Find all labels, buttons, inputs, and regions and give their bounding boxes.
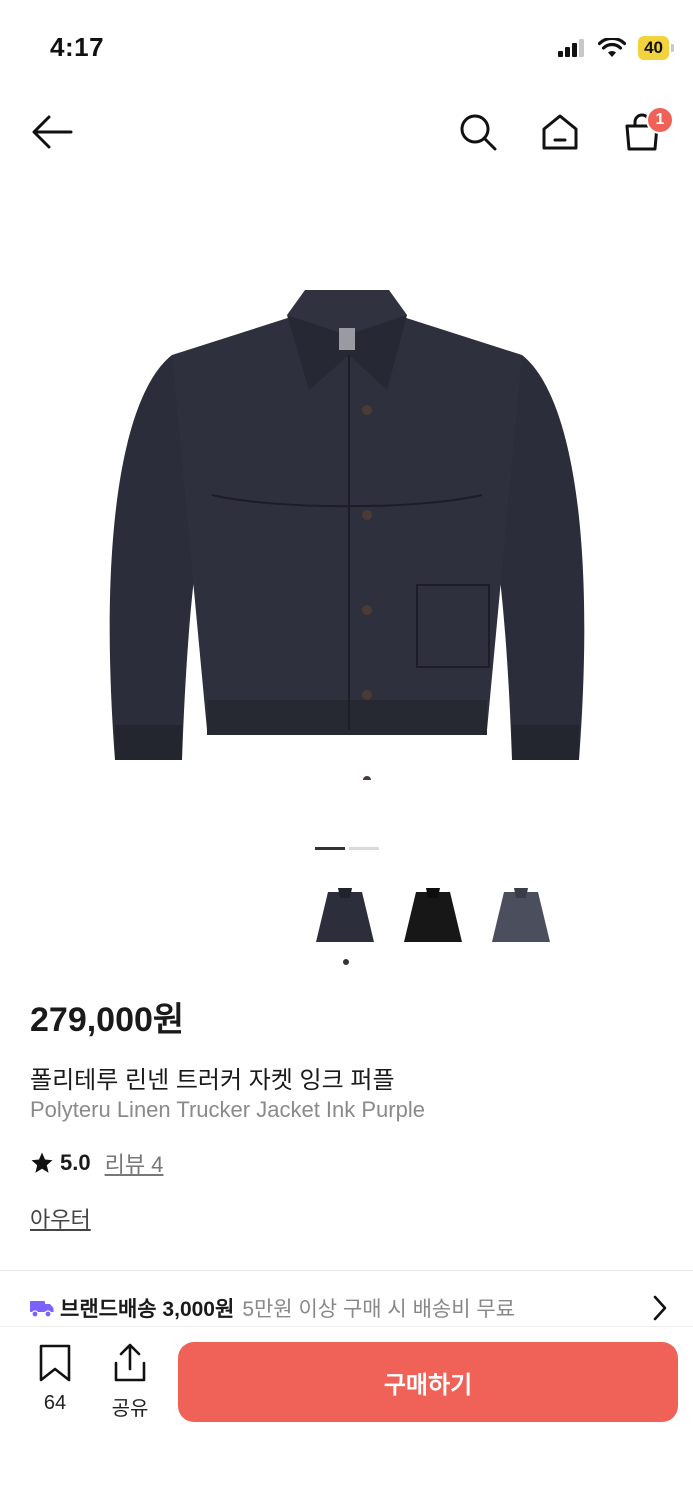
color-options [310,880,556,950]
wifi-icon [598,38,627,57]
review-count-link[interactable]: 리뷰 4 [105,1147,164,1179]
share-icon [114,1343,146,1382]
star-icon [31,1152,53,1173]
section-divider [0,1270,693,1271]
color-option-ink-purple[interactable] [310,880,380,950]
bottom-action-bar: 64 공유 구매하기 [0,1326,693,1500]
color-option-gray[interactable] [486,880,556,950]
rating-score: 5.0 [60,1150,91,1175]
back-arrow-icon[interactable] [30,110,74,154]
shipping-note: 5만원 이상 구매 시 배송비 무료 [242,1298,516,1321]
save-count: 64 [43,1392,67,1414]
share-button[interactable]: 공유 [104,1343,156,1421]
top-navigation [0,100,693,164]
product-price: 279,000원 [30,1001,185,1039]
share-label: 공유 [111,1398,149,1420]
status-bar: 4:17 40 [0,0,693,90]
jacket-image [109,290,584,780]
category-link[interactable]: 아우터 [30,1202,91,1234]
search-icon[interactable] [456,110,500,154]
product-title-english: Polyteru Linen Trucker Jacket Ink Purple [30,1097,425,1122]
pager-indicator [349,847,379,850]
bookmark-icon [39,1344,71,1382]
selected-color-dot [343,959,349,965]
pager-indicator-active [315,847,345,850]
signal-icon [558,39,585,57]
home-icon[interactable] [538,110,582,154]
status-icons: 40 [558,36,674,60]
shipping-label: 브랜드배송 3,000원 [60,1298,235,1321]
buy-button[interactable]: 구매하기 [178,1342,678,1422]
shipping-info-row[interactable]: 브랜드배송 3,000원 5만원 이상 구매 시 배송비 무료 [30,1293,670,1323]
truck-icon [30,1301,54,1318]
battery-indicator: 40 [638,36,674,60]
chevron-right-icon [653,1295,667,1321]
status-time: 4:17 [50,32,105,62]
product-rating: 5.0 리뷰 4 [30,1147,163,1179]
image-pager [315,847,379,850]
product-main-image[interactable] [60,220,633,820]
cart-count-badge: 1 [646,106,674,134]
product-title-korean: 폴리테루 린넨 트러커 자켓 잉크 퍼플 [30,1067,395,1094]
color-option-black[interactable] [398,880,468,950]
save-button[interactable]: 64 [30,1343,80,1415]
